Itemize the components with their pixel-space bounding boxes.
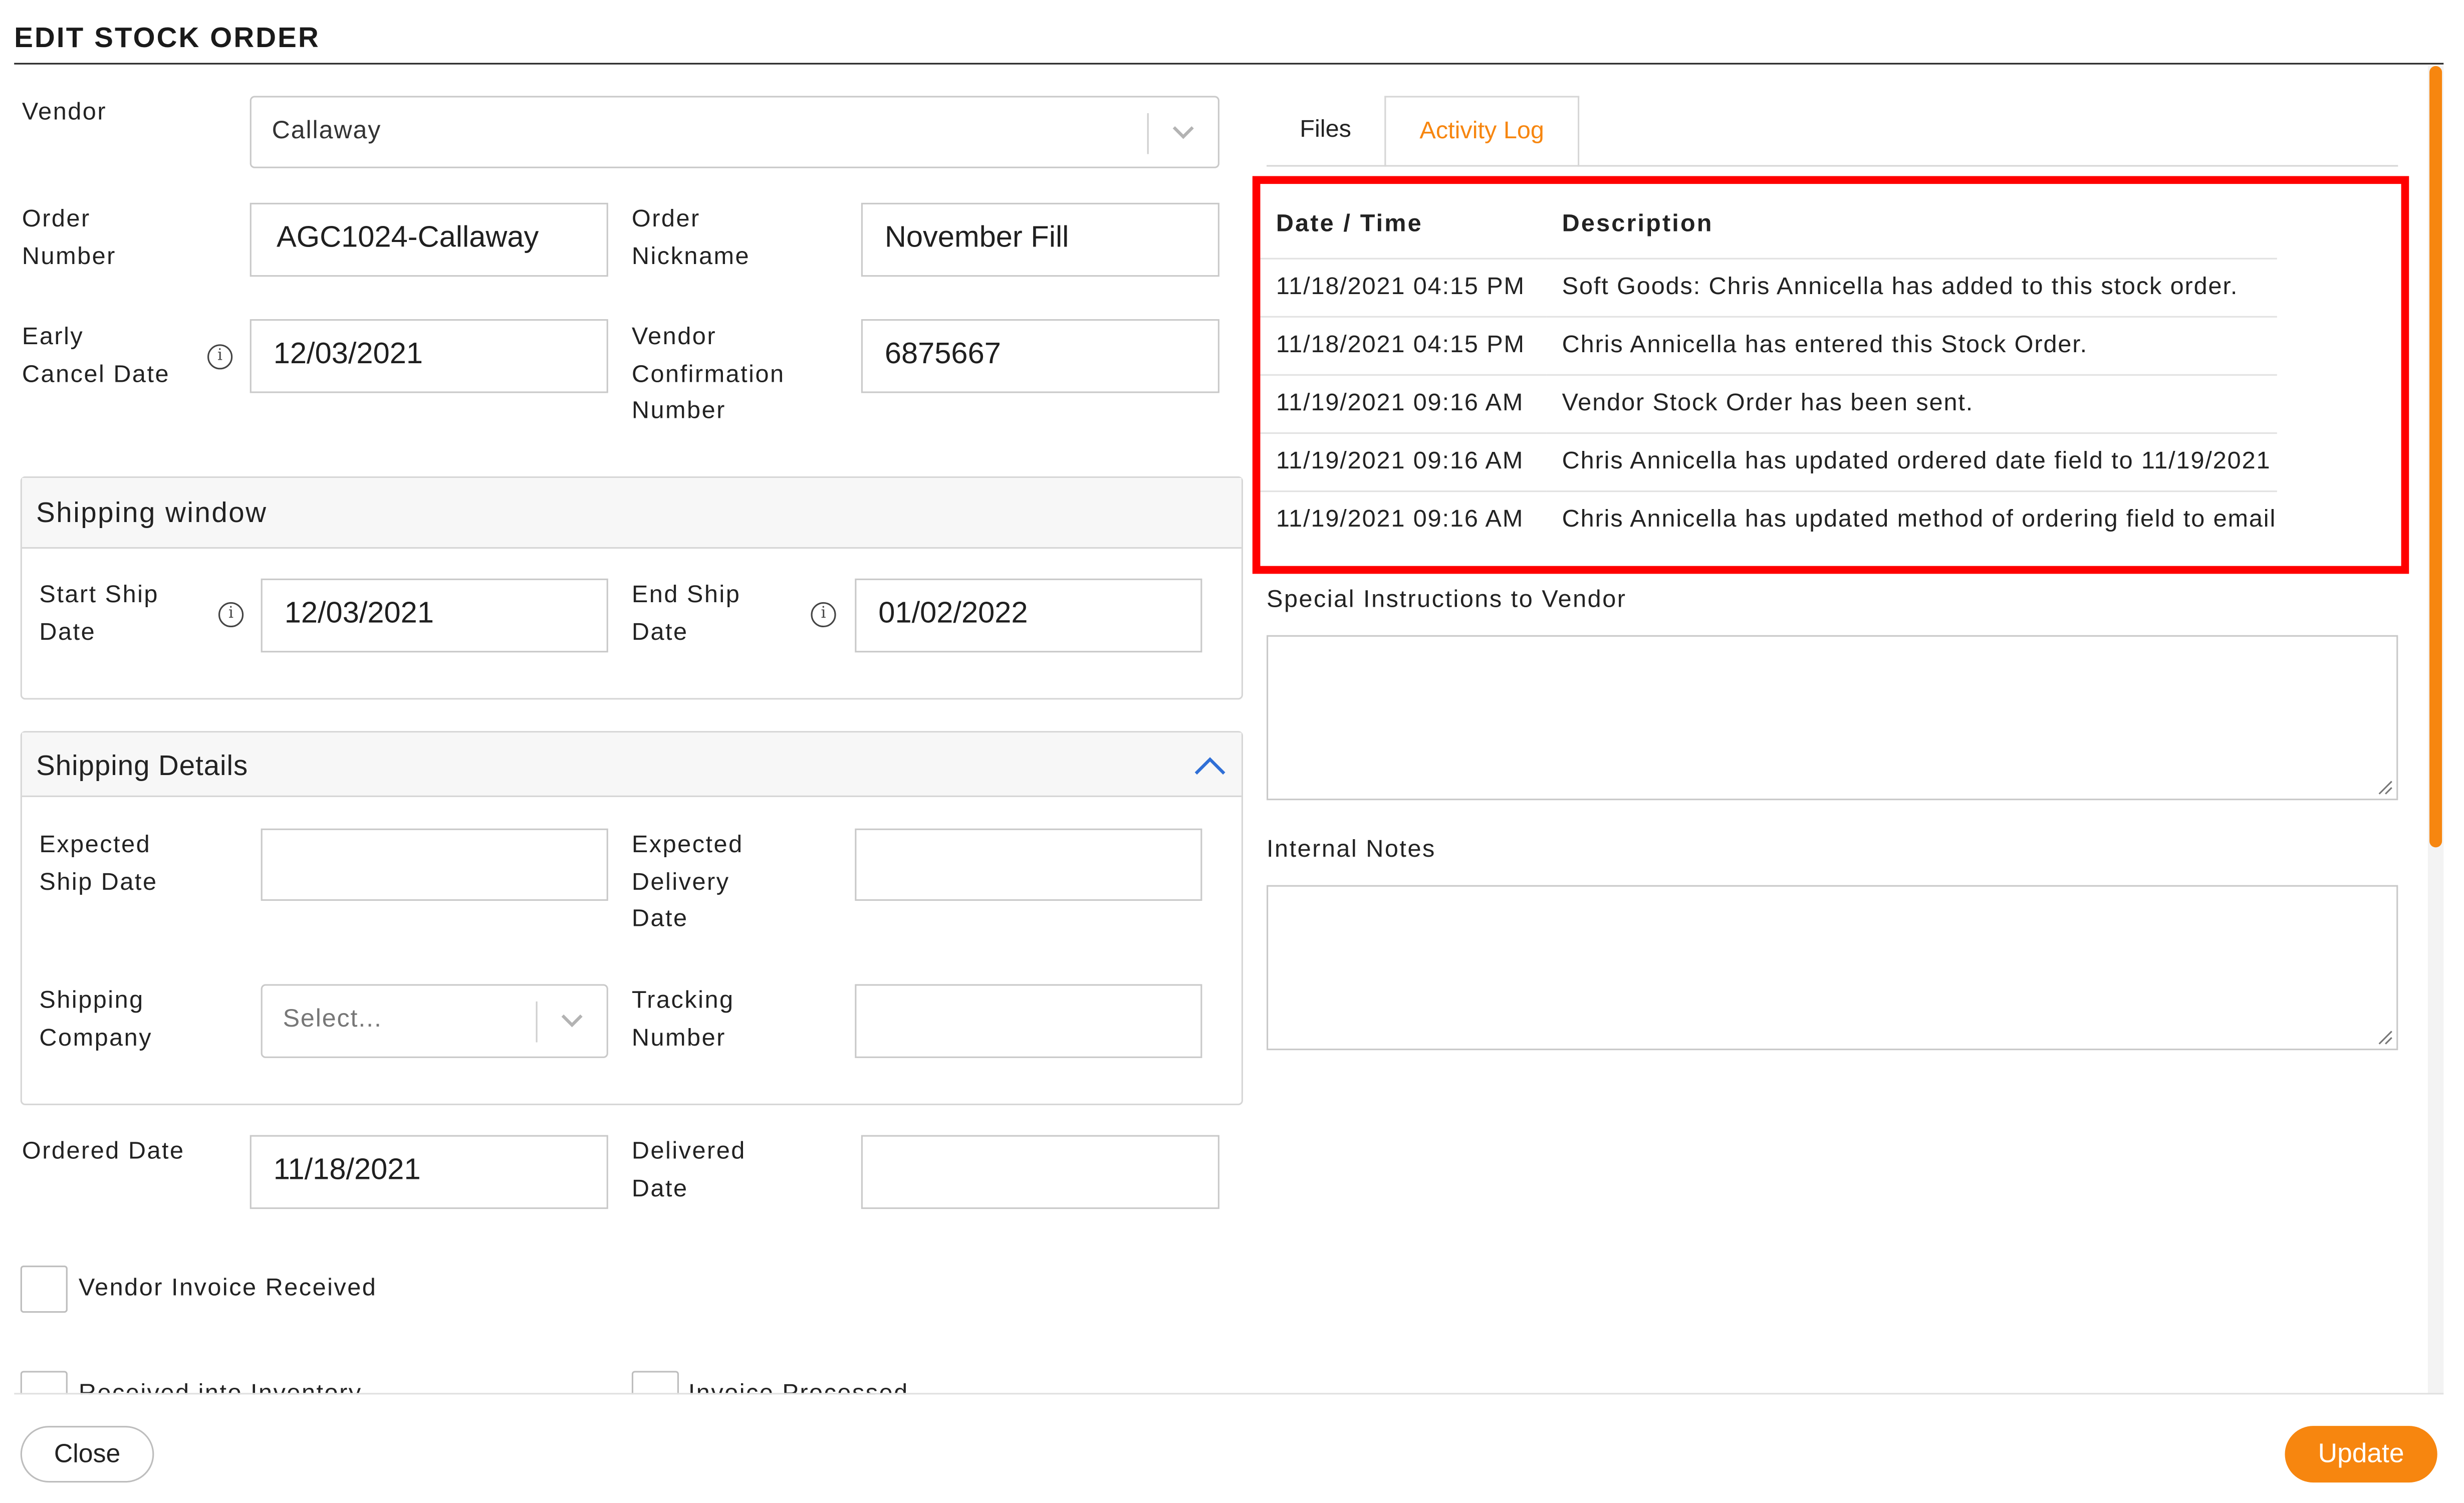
row-date-time: 11/19/2021 09:16 AM — [1260, 432, 1547, 491]
shipping-company-label: Shipping Company — [39, 987, 153, 1051]
chevron-down-icon[interactable] — [1169, 118, 1197, 146]
chevron-down-icon[interactable] — [558, 1006, 586, 1034]
resize-handle-icon[interactable] — [2378, 1030, 2393, 1045]
table-row: 11/19/2021 09:16 AM Chris Annicella has u… — [1260, 490, 2277, 549]
shipping-company-select[interactable]: Select... — [261, 984, 608, 1058]
early-cancel-date-label: Early Cancel Date — [22, 324, 170, 388]
end-ship-date-label: End Ship Date — [631, 582, 741, 646]
table-header-row: Date / Time Description — [1260, 192, 2276, 259]
internal-notes-textarea[interactable] — [1267, 885, 2398, 1051]
table-row: 11/18/2021 04:15 PM Chris Annicella has e… — [1260, 316, 2277, 375]
shipping-window-title: Shipping window — [22, 477, 1242, 549]
row-date-time: 11/18/2021 04:15 PM — [1260, 258, 1547, 317]
shipping-details-title: Shipping Details — [22, 732, 1242, 797]
update-button[interactable]: Update — [2285, 1426, 2437, 1483]
row-date-time: 11/18/2021 04:15 PM — [1260, 316, 1547, 375]
received-into-inventory-checkbox[interactable] — [20, 1371, 68, 1395]
activity-log-table: Date / Time Description 11/18/2021 04:15… — [1260, 192, 2277, 549]
footer-divider — [14, 1393, 2444, 1395]
resize-handle-icon[interactable] — [2378, 780, 2393, 795]
order-number-input[interactable]: AGC1024-Callaway — [250, 202, 608, 277]
clipped-checkbox-row: Received into Inventory Invoice Processe… — [0, 1360, 1257, 1395]
order-number-label: Order Number — [22, 206, 116, 270]
close-button[interactable]: Close — [20, 1426, 154, 1483]
order-nickname-input[interactable]: November Fill — [861, 202, 1219, 277]
special-instructions-textarea[interactable] — [1267, 635, 2398, 801]
vendor-label: Vendor — [22, 99, 107, 126]
select-separator — [1147, 113, 1149, 154]
start-ship-date-label: Start Ship Date — [39, 582, 159, 646]
vendor-invoice-received-label: Vendor Invoice Received — [78, 1275, 377, 1302]
column-header-description: Description — [1562, 210, 1713, 237]
row-description: Chris Annicella has updated method of or… — [1546, 490, 2277, 549]
expected-ship-date-input[interactable] — [261, 828, 608, 901]
vendor-invoice-received-checkbox[interactable] — [20, 1266, 68, 1313]
tab-activity-log[interactable]: Activity Log — [1384, 96, 1580, 167]
edit-stock-order-dialog: EDIT STOCK ORDER Vendor Callaway Order Nu… — [0, 0, 2464, 1503]
table-row: 11/19/2021 09:16 AM Vendor Stock Order ha… — [1260, 374, 2277, 433]
ordered-date-label: Ordered Date — [22, 1138, 185, 1165]
ordered-date-input[interactable]: 11/18/2021 — [250, 1135, 608, 1209]
expected-delivery-date-input[interactable] — [855, 828, 1202, 901]
row-description: Soft Goods: Chris Annicella has added to… — [1546, 258, 2277, 317]
internal-notes-label: Internal Notes — [1267, 836, 1436, 863]
tracking-number-label: Tracking Number — [631, 987, 734, 1051]
info-icon[interactable]: i — [218, 602, 244, 628]
row-description: Vendor Stock Order has been sent. — [1546, 374, 2277, 433]
vendor-select-value: Callaway — [272, 118, 382, 145]
invoice-processed-label: Invoice Processed — [688, 1380, 909, 1395]
delivered-date-input[interactable] — [861, 1135, 1219, 1209]
shipping-company-placeholder: Select... — [283, 1006, 382, 1033]
scrollbar-thumb[interactable] — [2429, 66, 2442, 848]
vendor-confirmation-input[interactable]: 6875667 — [861, 319, 1219, 393]
expected-delivery-date-label: Expected Delivery Date — [631, 832, 744, 932]
chevron-up-icon[interactable] — [1191, 752, 1228, 780]
tab-files[interactable]: Files — [1267, 96, 1384, 165]
activity-log-table-wrap: Date / Time Description 11/18/2021 04:15… — [1260, 192, 2396, 549]
invoice-processed-checkbox[interactable] — [631, 1371, 679, 1395]
tracking-number-input[interactable] — [855, 984, 1202, 1058]
table-row: 11/19/2021 09:16 AM Chris Annicella has u… — [1260, 432, 2277, 491]
table-row: 11/18/2021 04:15 PM Soft Goods: Chris Ann… — [1260, 258, 2277, 317]
special-instructions-label: Special Instructions to Vendor — [1267, 586, 1627, 613]
delivered-date-label: Delivered Date — [631, 1138, 746, 1202]
vendor-select[interactable]: Callaway — [250, 96, 1219, 168]
title-divider — [14, 63, 2444, 65]
start-ship-date-input[interactable]: 12/03/2021 — [261, 578, 608, 653]
row-date-time: 11/19/2021 09:16 AM — [1260, 374, 1547, 433]
info-icon[interactable]: i — [811, 602, 836, 628]
vendor-confirmation-label: Vendor Confirmation Number — [631, 324, 785, 425]
early-cancel-date-input[interactable]: 12/03/2021 — [250, 319, 608, 393]
end-ship-date-input[interactable]: 01/02/2022 — [855, 578, 1202, 653]
received-into-inventory-label: Received into Inventory — [78, 1380, 362, 1395]
row-description: Chris Annicella has entered this Stock O… — [1546, 316, 2277, 375]
info-icon[interactable]: i — [207, 344, 233, 370]
expected-ship-date-label: Expected Ship Date — [39, 832, 158, 896]
page-title: EDIT STOCK ORDER — [14, 22, 320, 54]
tabs-divider — [1267, 165, 2398, 167]
order-nickname-label: Order Nickname — [631, 206, 751, 270]
column-header-date-time: Date / Time — [1276, 210, 1423, 237]
row-date-time: 11/19/2021 09:16 AM — [1260, 490, 1547, 549]
row-description: Chris Annicella has updated ordered date… — [1546, 432, 2277, 491]
select-separator — [536, 1001, 538, 1043]
